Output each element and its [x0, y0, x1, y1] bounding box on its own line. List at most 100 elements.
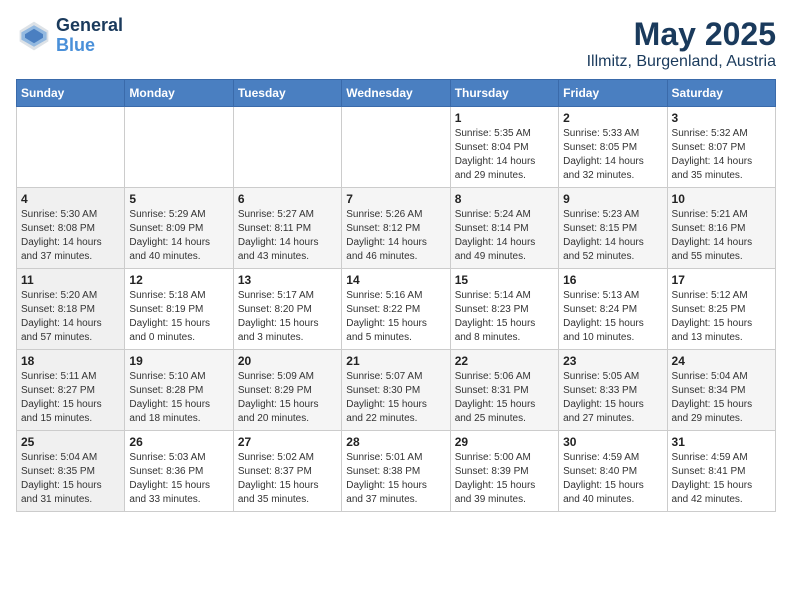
logo-icon — [16, 18, 52, 54]
day-info: Sunrise: 5:26 AMSunset: 8:12 PMDaylight:… — [346, 208, 445, 264]
calendar-cell: 31Sunrise: 4:59 AMSunset: 8:41 PMDayligh… — [667, 431, 775, 512]
day-info: Sunrise: 5:04 AMSunset: 8:34 PMDaylight:… — [672, 370, 771, 426]
calendar-cell: 6 Sunrise: 5:27 AMSunset: 8:11 PMDaylight… — [233, 188, 341, 269]
calendar-cell: 21 Sunrise: 5:07 AMSunset: 8:30 PMDayligh… — [342, 350, 450, 431]
day-info: Sunrise: 5:07 AMSunset: 8:30 PMDaylight:… — [346, 370, 445, 426]
calendar-table: SundayMondayTuesdayWednesdayThursdayFrid… — [16, 79, 776, 512]
day-number: 3 — [672, 111, 771, 125]
col-header-friday: Friday — [559, 80, 667, 107]
day-info: Sunrise: 5:14 AMSunset: 8:23 PMDaylight:… — [455, 289, 554, 345]
day-info: Sunrise: 5:23 AMSunset: 8:15 PMDaylight:… — [563, 208, 662, 264]
calendar-cell: 8 Sunrise: 5:24 AMSunset: 8:14 PMDaylight… — [450, 188, 558, 269]
day-number: 25 — [21, 435, 120, 449]
calendar-cell: 18 Sunrise: 5:11 AMSunset: 8:27 PMDayligh… — [17, 350, 125, 431]
calendar-week-row: 1Sunrise: 5:35 AMSunset: 8:04 PMDaylight… — [17, 107, 776, 188]
day-info: Sunrise: 5:33 AMSunset: 8:05 PMDaylight:… — [563, 127, 662, 183]
day-info: Sunrise: 5:27 AMSunset: 8:11 PMDaylight:… — [238, 208, 337, 264]
day-number: 6 — [238, 192, 337, 206]
day-info: Sunrise: 5:10 AMSunset: 8:28 PMDaylight:… — [129, 370, 228, 426]
calendar-cell: 19Sunrise: 5:10 AMSunset: 8:28 PMDayligh… — [125, 350, 233, 431]
calendar-cell: 29 Sunrise: 5:00 AMSunset: 8:39 PMDayligh… — [450, 431, 558, 512]
day-info: Sunrise: 5:00 AMSunset: 8:39 PMDaylight:… — [455, 451, 554, 507]
col-header-saturday: Saturday — [667, 80, 775, 107]
calendar-cell: 11Sunrise: 5:20 AMSunset: 8:18 PMDayligh… — [17, 269, 125, 350]
day-info: Sunrise: 5:06 AMSunset: 8:31 PMDaylight:… — [455, 370, 554, 426]
calendar-cell: 20Sunrise: 5:09 AMSunset: 8:29 PMDayligh… — [233, 350, 341, 431]
day-number: 18 — [21, 354, 120, 368]
day-number: 1 — [455, 111, 554, 125]
day-info: Sunrise: 5:17 AMSunset: 8:20 PMDaylight:… — [238, 289, 337, 345]
calendar-week-row: 18 Sunrise: 5:11 AMSunset: 8:27 PMDayligh… — [17, 350, 776, 431]
day-info: Sunrise: 5:20 AMSunset: 8:18 PMDaylight:… — [21, 289, 120, 345]
calendar-cell: 27 Sunrise: 5:02 AMSunset: 8:37 PMDayligh… — [233, 431, 341, 512]
day-info: Sunrise: 5:11 AMSunset: 8:27 PMDaylight:… — [21, 370, 120, 426]
day-number: 8 — [455, 192, 554, 206]
day-number: 29 — [455, 435, 554, 449]
day-info: Sunrise: 5:04 AMSunset: 8:35 PMDaylight:… — [21, 451, 120, 507]
calendar-cell — [17, 107, 125, 188]
calendar-week-row: 11Sunrise: 5:20 AMSunset: 8:18 PMDayligh… — [17, 269, 776, 350]
calendar-week-row: 25 Sunrise: 5:04 AMSunset: 8:35 PMDayligh… — [17, 431, 776, 512]
calendar-cell: 14Sunrise: 5:16 AMSunset: 8:22 PMDayligh… — [342, 269, 450, 350]
day-number: 20 — [238, 354, 337, 368]
main-title: May 2025 — [587, 16, 776, 53]
day-info: Sunrise: 5:01 AMSunset: 8:38 PMDaylight:… — [346, 451, 445, 507]
calendar-cell: 5 Sunrise: 5:29 AMSunset: 8:09 PMDaylight… — [125, 188, 233, 269]
day-number: 7 — [346, 192, 445, 206]
day-info: Sunrise: 5:16 AMSunset: 8:22 PMDaylight:… — [346, 289, 445, 345]
calendar-week-row: 4Sunrise: 5:30 AMSunset: 8:08 PMDaylight… — [17, 188, 776, 269]
title-block: May 2025 Illmitz, Burgenland, Austria — [587, 16, 776, 71]
calendar-cell: 25 Sunrise: 5:04 AMSunset: 8:35 PMDayligh… — [17, 431, 125, 512]
calendar-cell: 15 Sunrise: 5:14 AMSunset: 8:23 PMDayligh… — [450, 269, 558, 350]
day-number: 22 — [455, 354, 554, 368]
calendar-cell: 30Sunrise: 4:59 AMSunset: 8:40 PMDayligh… — [559, 431, 667, 512]
day-number: 15 — [455, 273, 554, 287]
day-number: 26 — [129, 435, 228, 449]
day-number: 23 — [563, 354, 662, 368]
calendar-cell — [342, 107, 450, 188]
calendar-cell: 3 Sunrise: 5:32 AMSunset: 8:07 PMDaylight… — [667, 107, 775, 188]
day-number: 16 — [563, 273, 662, 287]
calendar-cell: 24 Sunrise: 5:04 AMSunset: 8:34 PMDayligh… — [667, 350, 775, 431]
col-header-monday: Monday — [125, 80, 233, 107]
day-info: Sunrise: 5:03 AMSunset: 8:36 PMDaylight:… — [129, 451, 228, 507]
day-number: 31 — [672, 435, 771, 449]
day-number: 17 — [672, 273, 771, 287]
day-info: Sunrise: 5:13 AMSunset: 8:24 PMDaylight:… — [563, 289, 662, 345]
calendar-cell: 13Sunrise: 5:17 AMSunset: 8:20 PMDayligh… — [233, 269, 341, 350]
day-number: 24 — [672, 354, 771, 368]
day-number: 2 — [563, 111, 662, 125]
calendar-cell — [125, 107, 233, 188]
day-info: Sunrise: 5:32 AMSunset: 8:07 PMDaylight:… — [672, 127, 771, 183]
day-info: Sunrise: 5:29 AMSunset: 8:09 PMDaylight:… — [129, 208, 228, 264]
day-info: Sunrise: 5:18 AMSunset: 8:19 PMDaylight:… — [129, 289, 228, 345]
subtitle: Illmitz, Burgenland, Austria — [587, 53, 776, 71]
col-header-tuesday: Tuesday — [233, 80, 341, 107]
day-info: Sunrise: 5:02 AMSunset: 8:37 PMDaylight:… — [238, 451, 337, 507]
calendar-cell: 2 Sunrise: 5:33 AMSunset: 8:05 PMDaylight… — [559, 107, 667, 188]
day-number: 27 — [238, 435, 337, 449]
day-number: 28 — [346, 435, 445, 449]
calendar-cell: 16 Sunrise: 5:13 AMSunset: 8:24 PMDayligh… — [559, 269, 667, 350]
day-info: Sunrise: 5:24 AMSunset: 8:14 PMDaylight:… — [455, 208, 554, 264]
col-header-sunday: Sunday — [17, 80, 125, 107]
calendar-cell: 26 Sunrise: 5:03 AMSunset: 8:36 PMDayligh… — [125, 431, 233, 512]
day-number: 21 — [346, 354, 445, 368]
page-header: General Blue May 2025 Illmitz, Burgenlan… — [16, 16, 776, 71]
calendar-cell — [233, 107, 341, 188]
calendar-cell: 7 Sunrise: 5:26 AMSunset: 8:12 PMDaylight… — [342, 188, 450, 269]
day-number: 10 — [672, 192, 771, 206]
calendar-cell: 12Sunrise: 5:18 AMSunset: 8:19 PMDayligh… — [125, 269, 233, 350]
calendar-cell: 22 Sunrise: 5:06 AMSunset: 8:31 PMDayligh… — [450, 350, 558, 431]
calendar-cell: 23Sunrise: 5:05 AMSunset: 8:33 PMDayligh… — [559, 350, 667, 431]
day-number: 5 — [129, 192, 228, 206]
col-header-thursday: Thursday — [450, 80, 558, 107]
day-number: 4 — [21, 192, 120, 206]
day-info: Sunrise: 5:21 AMSunset: 8:16 PMDaylight:… — [672, 208, 771, 264]
calendar-cell: 1Sunrise: 5:35 AMSunset: 8:04 PMDaylight… — [450, 107, 558, 188]
day-info: Sunrise: 4:59 AMSunset: 8:40 PMDaylight:… — [563, 451, 662, 507]
calendar-cell: 9Sunrise: 5:23 AMSunset: 8:15 PMDaylight… — [559, 188, 667, 269]
calendar-cell: 4Sunrise: 5:30 AMSunset: 8:08 PMDaylight… — [17, 188, 125, 269]
logo-text: General Blue — [56, 16, 123, 56]
day-info: Sunrise: 5:12 AMSunset: 8:25 PMDaylight:… — [672, 289, 771, 345]
